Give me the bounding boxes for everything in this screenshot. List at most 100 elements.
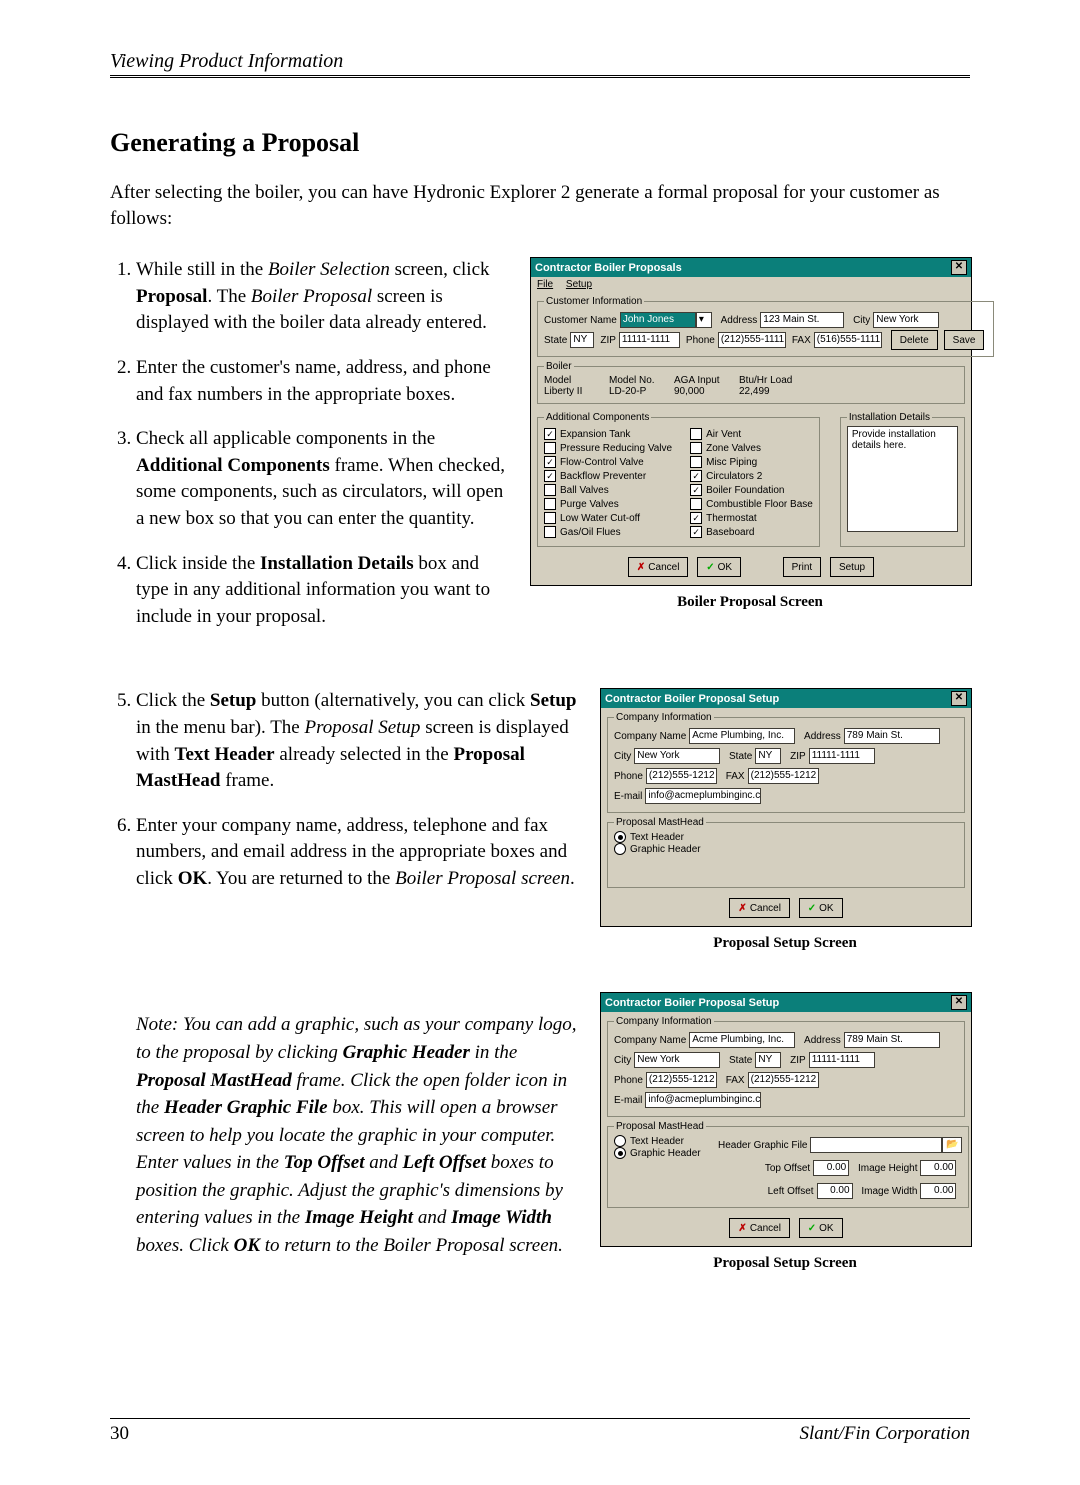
masthead-legend: Proposal MastHead bbox=[614, 817, 706, 828]
chk-gas-oil[interactable]: Gas/Oil Flues bbox=[544, 526, 672, 538]
company-info-group: Company Information Company NameAcme Plu… bbox=[607, 712, 965, 813]
customer-name-label: Customer Name bbox=[544, 315, 617, 326]
install-details-group: Installation Details Provide installatio… bbox=[840, 412, 965, 547]
save-button[interactable]: Save bbox=[944, 330, 985, 350]
window-title: Contractor Boiler Proposal Setup bbox=[605, 693, 779, 705]
graphic-file-input[interactable] bbox=[810, 1137, 942, 1153]
phone-input[interactable]: (212)555-1111 bbox=[718, 332, 786, 348]
top-offset-label: Top Offset bbox=[765, 1163, 810, 1174]
image-width-input[interactable]: 0.00 bbox=[920, 1183, 956, 1199]
address-label: Address bbox=[721, 315, 758, 326]
print-button[interactable]: Print bbox=[783, 557, 822, 577]
chk-floor-base[interactable]: Combustible Floor Base bbox=[690, 498, 813, 510]
chk-circulators[interactable]: ✓Circulators 2 bbox=[690, 470, 813, 482]
chk-misc-piping[interactable]: Misc Piping bbox=[690, 456, 813, 468]
section-title: Generating a Proposal bbox=[110, 128, 970, 158]
setup-button[interactable]: Setup bbox=[830, 557, 874, 577]
city-input[interactable]: New York bbox=[634, 748, 720, 764]
close-icon[interactable]: ✕ bbox=[951, 260, 967, 275]
cancel-button[interactable]: ✗Cancel bbox=[628, 557, 689, 577]
chk-boiler-foundation[interactable]: ✓Boiler Foundation bbox=[690, 484, 813, 496]
components-group: Additional Components ✓Expansion Tank Pr… bbox=[537, 412, 820, 547]
ok-button[interactable]: ✓OK bbox=[799, 1218, 843, 1238]
email-input[interactable]: info@acmeplumbinginc.com bbox=[645, 1092, 761, 1108]
radio-text-header[interactable]: Text Header bbox=[614, 831, 958, 843]
chk-low-water[interactable]: Low Water Cut-off bbox=[544, 512, 672, 524]
zip-input[interactable]: 11111-1111 bbox=[619, 332, 680, 348]
state-input[interactable]: NY bbox=[755, 1052, 781, 1068]
proposal-setup-window-1: Contractor Boiler Proposal Setup ✕ Compa… bbox=[600, 688, 972, 927]
step-5: Click the Setup button (alternatively, y… bbox=[136, 688, 580, 794]
heat-input[interactable]: 22,499 bbox=[739, 386, 794, 397]
address-input[interactable]: 789 Main St. bbox=[844, 728, 940, 744]
chk-thermostat[interactable]: ✓Thermostat bbox=[690, 512, 813, 524]
ok-button[interactable]: ✓OK bbox=[799, 898, 843, 918]
step-3: Check all applicable components in the A… bbox=[136, 426, 510, 532]
company-input[interactable]: Acme Plumbing, Inc. bbox=[689, 1032, 795, 1048]
boiler-proposal-window: Contractor Boiler Proposals ✕ File Setup… bbox=[530, 257, 972, 586]
city-input[interactable]: New York bbox=[873, 312, 939, 328]
header-rule bbox=[110, 75, 970, 78]
company-input[interactable]: Acme Plumbing, Inc. bbox=[689, 728, 795, 744]
cancel-button[interactable]: ✗Cancel bbox=[729, 1218, 790, 1238]
customer-name-input[interactable]: John Jones bbox=[620, 312, 696, 328]
masthead-group: Proposal MastHead Text Header Graphic He… bbox=[607, 817, 965, 888]
phone-input[interactable]: (212)555-1212 bbox=[646, 768, 717, 784]
chk-prv[interactable]: Pressure Reducing Valve bbox=[544, 442, 672, 454]
company-info-legend: Company Information bbox=[614, 712, 714, 723]
radio-graphic-header[interactable]: Graphic Header bbox=[614, 843, 958, 855]
fax-input[interactable]: (212)555-1212 bbox=[748, 768, 819, 784]
left-offset-input[interactable]: 0.00 bbox=[817, 1183, 853, 1199]
window-title: Contractor Boiler Proposal Setup bbox=[605, 997, 779, 1009]
setup-caption-2: Proposal Setup Screen bbox=[600, 1255, 970, 1272]
dropdown-icon[interactable]: ▾ bbox=[696, 312, 712, 328]
step-4: Click inside the Installation Details bo… bbox=[136, 551, 510, 631]
radio-text-header[interactable]: Text Header bbox=[614, 1135, 704, 1147]
close-icon[interactable]: ✕ bbox=[951, 995, 967, 1010]
chk-zone-valves[interactable]: Zone Valves bbox=[690, 442, 813, 454]
ok-button[interactable]: ✓OK bbox=[697, 557, 741, 577]
state-input[interactable]: NY bbox=[570, 332, 594, 348]
menu-setup[interactable]: Setup bbox=[566, 279, 592, 290]
boiler-legend: Boiler bbox=[544, 361, 574, 372]
chk-air-vent[interactable]: Air Vent bbox=[690, 428, 813, 440]
image-height-input[interactable]: 0.00 bbox=[920, 1160, 956, 1176]
modelno-input[interactable]: LD-20-P bbox=[609, 386, 664, 397]
chk-backflow[interactable]: ✓Backflow Preventer bbox=[544, 470, 672, 482]
chk-purge-valves[interactable]: Purge Valves bbox=[544, 498, 672, 510]
delete-button[interactable]: Delete bbox=[891, 330, 938, 350]
email-input[interactable]: info@acmeplumbinginc.com bbox=[645, 788, 761, 804]
address-input[interactable]: 789 Main St. bbox=[844, 1032, 940, 1048]
chk-ball-valves[interactable]: Ball Valves bbox=[544, 484, 672, 496]
menu-file[interactable]: File bbox=[537, 279, 553, 290]
install-details-textarea[interactable]: Provide installation details here. bbox=[847, 426, 958, 532]
top-offset-input[interactable]: 0.00 bbox=[813, 1160, 849, 1176]
chk-exp-tank[interactable]: ✓Expansion Tank bbox=[544, 428, 672, 440]
step-1: While still in the Boiler Selection scre… bbox=[136, 257, 510, 337]
fax-label: FAX bbox=[726, 771, 745, 782]
state-label: State bbox=[729, 751, 752, 762]
aga-input[interactable]: 90,000 bbox=[674, 386, 729, 397]
fax-input[interactable]: (516)555-1111 bbox=[814, 332, 882, 348]
address-input[interactable]: 123 Main St. bbox=[760, 312, 844, 328]
fax-input[interactable]: (212)555-1212 bbox=[748, 1072, 819, 1088]
customer-info-group: Customer Information Customer NameJohn J… bbox=[537, 296, 994, 357]
zip-input[interactable]: 11111-1111 bbox=[809, 1052, 875, 1068]
image-width-label: Image Width bbox=[861, 1186, 917, 1197]
city-input[interactable]: New York bbox=[634, 1052, 720, 1068]
open-folder-icon[interactable]: 📂 bbox=[942, 1137, 962, 1153]
email-label: E-mail bbox=[614, 791, 642, 802]
circulators-qty-input[interactable]: 2 bbox=[757, 471, 773, 482]
cancel-button[interactable]: ✗Cancel bbox=[729, 898, 790, 918]
state-input[interactable]: NY bbox=[755, 748, 781, 764]
phone-label: Phone bbox=[686, 335, 715, 346]
radio-graphic-header[interactable]: Graphic Header bbox=[614, 1147, 704, 1159]
state-label: State bbox=[544, 335, 567, 346]
chk-flow-control[interactable]: ✓Flow-Control Valve bbox=[544, 456, 672, 468]
close-icon[interactable]: ✕ bbox=[951, 691, 967, 706]
graphic-file-label: Header Graphic File bbox=[718, 1140, 807, 1151]
model-input[interactable]: Liberty II bbox=[544, 386, 599, 397]
phone-input[interactable]: (212)555-1212 bbox=[646, 1072, 717, 1088]
zip-input[interactable]: 11111-1111 bbox=[809, 748, 875, 764]
chk-baseboard[interactable]: ✓Baseboard bbox=[690, 526, 813, 538]
